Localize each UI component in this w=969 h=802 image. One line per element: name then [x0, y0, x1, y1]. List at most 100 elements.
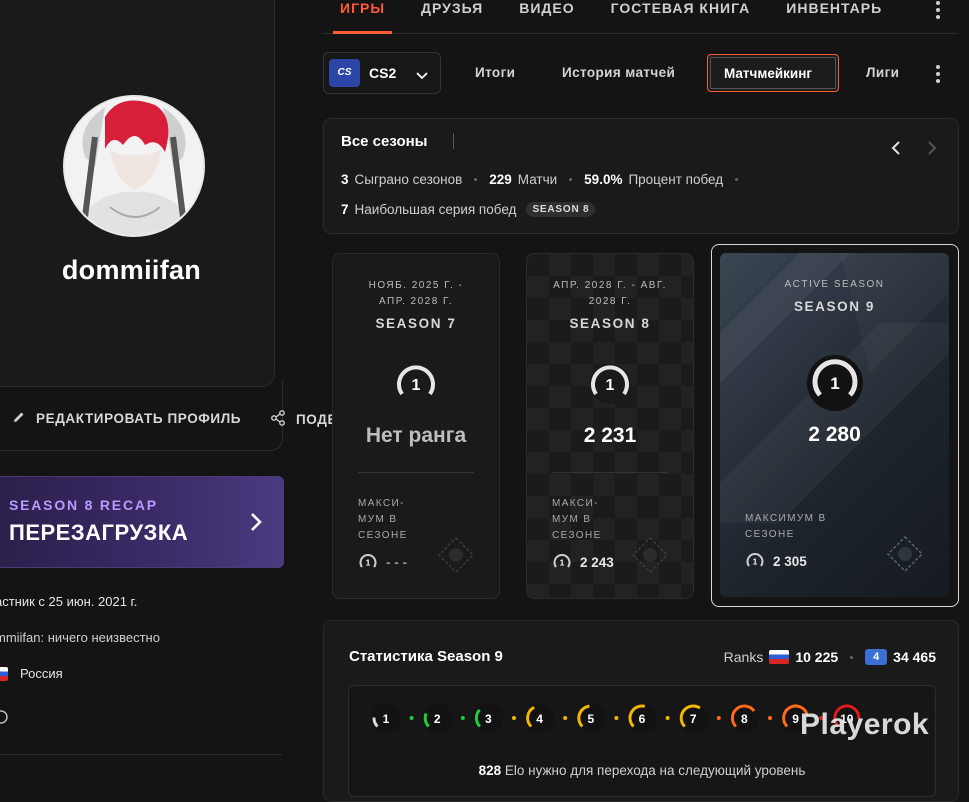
level-badge-number: 3 — [485, 712, 492, 726]
active-season-label: ACTIVE SEASON — [784, 279, 885, 290]
max-level-icon: 1 — [359, 554, 377, 568]
level-connector-dot — [768, 716, 772, 720]
season-name: SEASON 8 — [569, 316, 651, 331]
summary-separator — [453, 133, 454, 149]
region-badge-icon: 4 — [865, 649, 888, 665]
season-max-label: МАКСИМУМ В СЕЗОНЕ — [745, 513, 827, 540]
season-max-value: 1 2 305 — [745, 551, 807, 571]
tab-leagues[interactable]: Лиги — [866, 65, 899, 80]
level-badge-number: 7 — [690, 712, 697, 726]
russia-flag-icon — [769, 650, 790, 664]
nav-tab-inventory[interactable]: ИНВЕНТАРЬ — [786, 0, 882, 16]
max-level-icon: 1 — [746, 553, 764, 567]
profile-country: Россия — [0, 666, 63, 681]
level-badge-7: 7 — [678, 703, 709, 733]
chevron-right-icon[interactable] — [926, 141, 938, 160]
svg-text:1: 1 — [830, 374, 839, 393]
level-badge-number: 8 — [741, 712, 748, 726]
win-rate-label: Процент побед — [628, 172, 724, 187]
season-max-label: МАКСИ- МУМ В СЕЗОНЕ — [358, 498, 408, 541]
level-badge-2: 2 — [422, 703, 453, 733]
nav-tab-guestbook[interactable]: ГОСТЕВАЯ КНИГА — [611, 0, 751, 16]
season-name: SEASON 7 — [375, 316, 457, 331]
svg-text:1: 1 — [560, 559, 565, 568]
ranks-label: Ranks — [723, 649, 764, 665]
profile-about: mmiifan: ничего неизвестно — [0, 630, 160, 645]
matches-label: Матчи — [517, 172, 558, 187]
season-max-value: 1 - - - — [358, 552, 407, 572]
chevron-right-icon — [249, 511, 263, 538]
edit-profile-button[interactable]: РЕДАКТИРОВАТЬ ПРОФИЛЬ — [12, 410, 241, 427]
help-icon[interactable] — [0, 710, 8, 729]
win-streak-season-badge: SEASON 8 — [526, 202, 596, 217]
card-divider — [358, 472, 474, 473]
level-badge-1: 1 — [371, 703, 401, 733]
level-badge-8: 8 — [729, 703, 760, 733]
svg-text:1: 1 — [753, 558, 758, 567]
level-badge-5: 5 — [575, 703, 606, 733]
nav-tab-video[interactable]: ВИДЕО — [519, 0, 574, 16]
level-badge-icon: 1 — [805, 353, 865, 418]
username: dommiifan — [61, 255, 202, 285]
season-recap-banner[interactable]: SEASON 8 RECAP ПЕРЕЗАГРУЗКА — [0, 476, 284, 568]
avatar[interactable] — [63, 95, 205, 237]
season-card-9[interactable]: ACTIVE SEASON SEASON 9 1 2 280 МАКСИМУМ … — [720, 253, 949, 597]
season-name: SEASON 9 — [793, 299, 876, 314]
level-badge-4: 4 — [524, 703, 555, 733]
win-rate-value: 59.0% — [584, 172, 623, 187]
rank-emblem-icon — [437, 536, 475, 579]
summary-stats-row: 3 Сыграно сезонов 229 Матчи 59.0% Процен… — [341, 172, 744, 187]
next-level-elo: 828 — [478, 763, 502, 778]
tab-matchmaking[interactable]: Матчмейкинг — [707, 54, 839, 92]
country-label: Россия — [20, 666, 63, 681]
all-seasons-summary: Все сезоны 3 Сыграно сезонов 229 Матчи 5… — [323, 118, 959, 234]
level-badge-number: 9 — [792, 712, 799, 726]
svg-text:1: 1 — [366, 559, 371, 568]
nav-tab-friends[interactable]: ДРУЗЬЯ — [421, 0, 483, 16]
tab-matchmaking-label: Матчмейкинг — [724, 66, 812, 81]
season-card-7[interactable]: НОЯБ. 2025 Г. - АПР. 2028 Г. SEASON 7 1 … — [332, 253, 500, 599]
nav-active-indicator — [333, 31, 392, 34]
seasons-played-value: 3 — [341, 172, 349, 187]
level-connector-dot — [512, 716, 516, 720]
season-elo: 2 280 — [808, 423, 861, 446]
rank-region-value: 34 465 — [893, 649, 936, 665]
win-streak-label: Наибольшая серия побед — [354, 202, 517, 217]
level-badge-icon: 1 — [586, 360, 634, 413]
season-date-line2: АПР. 2028 Г. — [378, 296, 454, 307]
summary-title: Все сезоны — [341, 133, 428, 150]
cs2-logo-icon: CS — [329, 59, 360, 87]
level-connector-dot — [563, 716, 568, 720]
member-since: астник с 25 июн. 2021 г. — [0, 594, 138, 609]
level-connector-dot — [460, 716, 465, 720]
chevron-down-icon — [416, 68, 428, 86]
top-nav: ИГРЫ ДРУЗЬЯ ВИДЕО ГОСТЕВАЯ КНИГА ИНВЕНТА… — [340, 0, 882, 16]
svg-text:1: 1 — [606, 377, 615, 394]
season-elo: Нет ранга — [365, 424, 467, 447]
matches-value: 229 — [489, 172, 512, 187]
seasons-played-label: Сыграно сезонов — [354, 172, 463, 187]
tab-overview[interactable]: Итоги — [475, 65, 515, 80]
level-badge-number: 1 — [383, 712, 390, 726]
level-connector-dot — [665, 716, 670, 720]
chevron-left-icon[interactable] — [890, 141, 902, 160]
tab-match-history[interactable]: История матчей — [562, 65, 675, 80]
recap-title: ПЕРЕЗАГРУЗКА — [9, 520, 189, 545]
more-menu-icon[interactable] — [936, 65, 940, 86]
level-connector-dot — [409, 716, 414, 720]
season-card-8[interactable]: АПР. 2028 Г. - АВГ. 2028 Г. SEASON 8 1 2… — [526, 253, 694, 599]
win-streak-value: 7 — [341, 202, 349, 217]
rank-emblem-icon — [886, 535, 924, 578]
ranks-row: Ranks 10 225 4 34 465 — [724, 649, 936, 665]
watermark: Playerok — [800, 708, 930, 741]
recap-subtitle: SEASON 8 RECAP — [9, 497, 158, 513]
nav-tab-games[interactable]: ИГРЫ — [340, 0, 385, 16]
season-date-line1: АПР. 2028 Г. - АВГ. — [553, 280, 667, 291]
more-menu-icon[interactable] — [936, 1, 940, 22]
season-elo: 2 231 — [583, 424, 637, 447]
game-selector[interactable]: CS CS2 — [323, 52, 441, 94]
summary-streak-row: 7 Наибольшая серия побед SEASON 8 — [341, 202, 596, 217]
level-connector-dot — [614, 716, 619, 720]
level-badge-3: 3 — [473, 703, 504, 733]
rank-country-value: 10 225 — [795, 649, 839, 665]
